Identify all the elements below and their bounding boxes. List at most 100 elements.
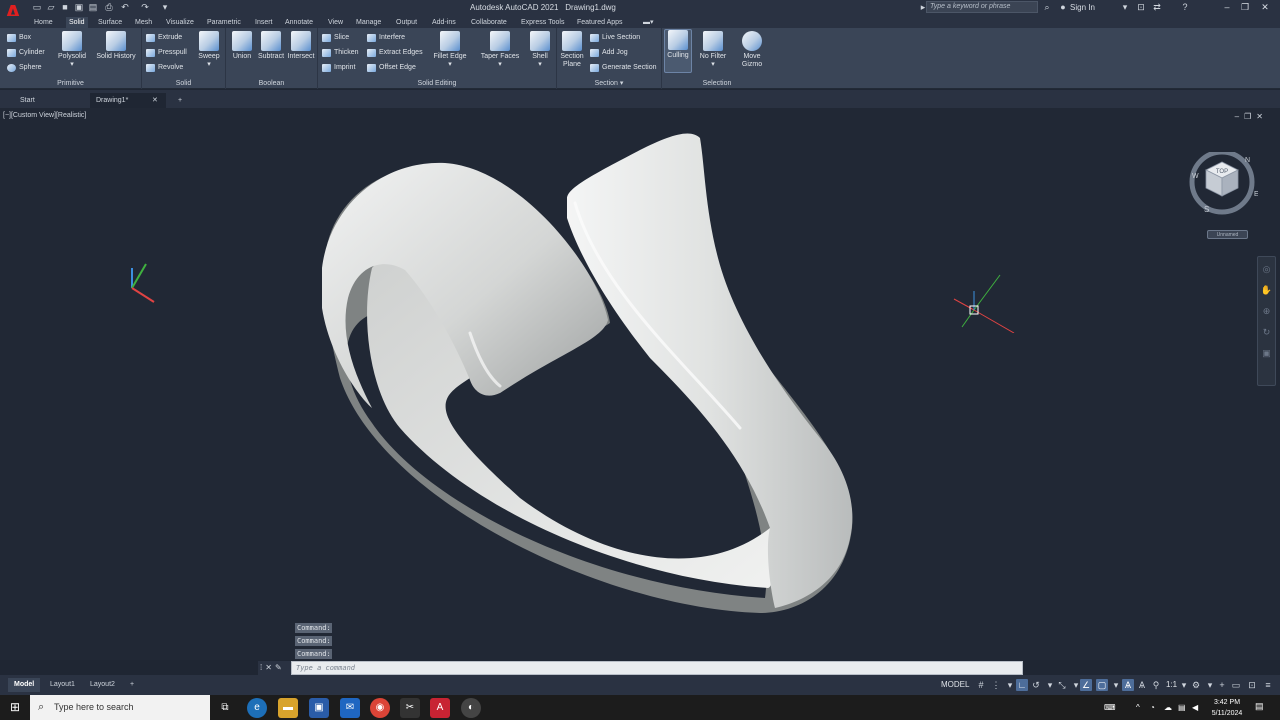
no-filter-button[interactable]: No Filter ▾ [698,31,728,69]
tab-view[interactable]: View [328,17,343,28]
open-icon[interactable]: ▱ [46,2,56,12]
layout-tab-model[interactable]: Model [8,678,41,692]
tab-mesh[interactable]: Mesh [135,17,152,28]
help-icon[interactable]: ? [1180,2,1190,12]
obs-icon[interactable]: ◐ [461,698,481,718]
save-as-icon[interactable]: ▣ [74,2,84,12]
grid-icon[interactable]: # [975,679,987,691]
tray-overflow-icon[interactable]: ^ [1136,703,1140,712]
minimize-icon[interactable]: – [1220,1,1234,14]
tab-surface[interactable]: Surface [98,17,122,28]
chrome-icon[interactable]: ◉ [370,698,390,718]
keyboard-icon[interactable]: ⌨ [1104,703,1116,712]
viewport-label[interactable]: [−][Custom View][Realistic] [3,112,86,119]
search-icon[interactable]: ⌕ [1042,2,1052,12]
edge-icon[interactable]: e [247,698,267,718]
scale-dropdown-icon[interactable]: ▾ [1178,679,1190,691]
taskbar-search[interactable]: ⌕ Type here to search [30,695,210,720]
cart-icon[interactable]: ⊡ [1136,2,1146,12]
tab-output[interactable]: Output [396,17,417,28]
live-section-button[interactable]: Live Section [590,32,640,44]
qat-menu-icon[interactable]: ▾ [160,2,170,12]
viewcube[interactable]: TOP N W E S [1186,152,1258,224]
network-icon[interactable]: ▤ [1178,703,1186,712]
customize-icon[interactable]: ✎ [275,663,285,672]
web-save-icon[interactable]: ▤ [88,2,98,12]
interfere-button[interactable]: Interfere [367,32,405,44]
object-snap-tracking-icon[interactable]: ⤡ [1056,679,1068,691]
fillet-edge-button[interactable]: Fillet Edge ▾ [431,31,469,69]
cycling-dropdown-icon[interactable]: ▾ [1110,679,1122,691]
tab-solid[interactable]: Solid [66,17,88,28]
redo-icon[interactable]: ↷ [140,2,150,12]
polar-icon[interactable]: ↺ [1030,679,1042,691]
annotation-monitor-icon[interactable]: + [1216,679,1228,691]
file-explorer-icon[interactable]: ▬ [278,698,298,718]
tab-add-ins[interactable]: Add-ins [432,17,456,28]
snap-dropdown-icon[interactable]: ▾ [1004,679,1016,691]
sign-in-link[interactable]: Sign In [1070,3,1095,12]
undo-icon[interactable]: ↶ [120,2,130,12]
named-view-badge[interactable]: Unnamed [1207,230,1248,239]
sphere-button[interactable]: Sphere [7,62,42,74]
share-icon[interactable]: ⇄ [1152,2,1162,12]
tab-visualize[interactable]: Visualize [166,17,194,28]
customization-icon[interactable]: ≡ [1262,679,1274,691]
clean-screen-icon[interactable]: ⊡ [1246,679,1258,691]
annotation-scale[interactable]: 1:1 [1166,680,1177,689]
revolve-button[interactable]: Revolve [146,62,183,74]
zoom-icon[interactable]: ⊕ [1258,303,1275,320]
print-icon[interactable]: ⎙ [104,2,114,12]
tab-insert[interactable]: Insert [255,17,273,28]
user-icon[interactable]: ● [1058,2,1068,12]
shell-button[interactable]: Shell ▾ [528,31,552,69]
sign-in-dropdown-icon[interactable]: ▾ [1120,2,1130,12]
intersect-button[interactable]: Intersect [286,31,316,61]
slice-button[interactable]: Slice [322,32,349,44]
store-icon[interactable]: ▣ [309,698,329,718]
move-gizmo-button[interactable]: Move Gizmo [738,31,766,69]
snap-icon[interactable]: ⋮ [990,679,1002,691]
add-layout-button[interactable]: + [124,678,140,692]
help-search-input[interactable]: Type a keyword or phrase [926,1,1038,13]
capcut-icon[interactable]: ✂ [400,698,420,718]
solid-history-button[interactable]: Solid History [94,31,138,61]
culling-button[interactable]: Culling [664,29,692,73]
new-icon[interactable]: ▭ [32,2,42,12]
tab-featured-apps[interactable]: Featured Apps [577,17,623,28]
restore-icon[interactable]: ❐ [1238,1,1252,14]
cylinder-button[interactable]: Cylinder [7,47,45,59]
new-tab-button[interactable]: + [172,93,182,108]
box-button[interactable]: Box [7,32,31,44]
model-viewport[interactable]: [−][Custom View][Realistic] –❐✕ TOP N W … [0,108,1280,660]
tab-annotate[interactable]: Annotate [285,17,313,28]
workspace-dropdown-icon[interactable]: ▾ [1204,679,1216,691]
volume-icon[interactable]: ◀ [1192,703,1198,712]
add-jog-button[interactable]: Add Jog [590,47,628,59]
clock[interactable]: 3:42 PM 5/11/2024 [1204,697,1250,719]
panel-title-section[interactable]: Section ▾ [557,79,661,87]
tab-express-tools[interactable]: Express Tools [521,17,564,28]
autocad-taskbar-icon[interactable]: A [430,698,450,718]
tab-parametric[interactable]: Parametric [207,17,241,28]
subtract-button[interactable]: Subtract [256,31,286,61]
taper-faces-button[interactable]: Taper Faces ▾ [478,31,522,69]
tab-home[interactable]: Home [34,17,53,28]
workspace-gear-icon[interactable]: ⚙ [1190,679,1202,691]
offset-edge-button[interactable]: Offset Edge [367,62,416,74]
ribbon-toggle-icon[interactable]: ▬▾ [643,17,654,28]
model-space-button[interactable]: MODEL [941,680,969,689]
union-button[interactable]: Union [230,31,254,61]
polysolid-button[interactable]: Polysolid ▾ [56,31,88,69]
tab-drawing1[interactable]: Drawing1* ✕ [90,93,166,108]
ortho-icon[interactable]: ∟ [1016,679,1028,691]
selection-cycling-icon[interactable]: ▢ [1096,679,1108,691]
annotation-visibility-icon[interactable]: Ѧ [1122,679,1134,691]
viewport-window-controls[interactable]: –❐✕ [1235,112,1268,121]
tab-collaborate[interactable]: Collaborate [471,17,507,28]
units-icon[interactable]: ▭ [1230,679,1242,691]
ring-model[interactable] [0,108,1280,660]
thicken-button[interactable]: Thicken [322,47,359,59]
section-plane-button[interactable]: Section Plane [559,31,585,69]
showmotion-icon[interactable]: ▣ [1258,345,1275,362]
